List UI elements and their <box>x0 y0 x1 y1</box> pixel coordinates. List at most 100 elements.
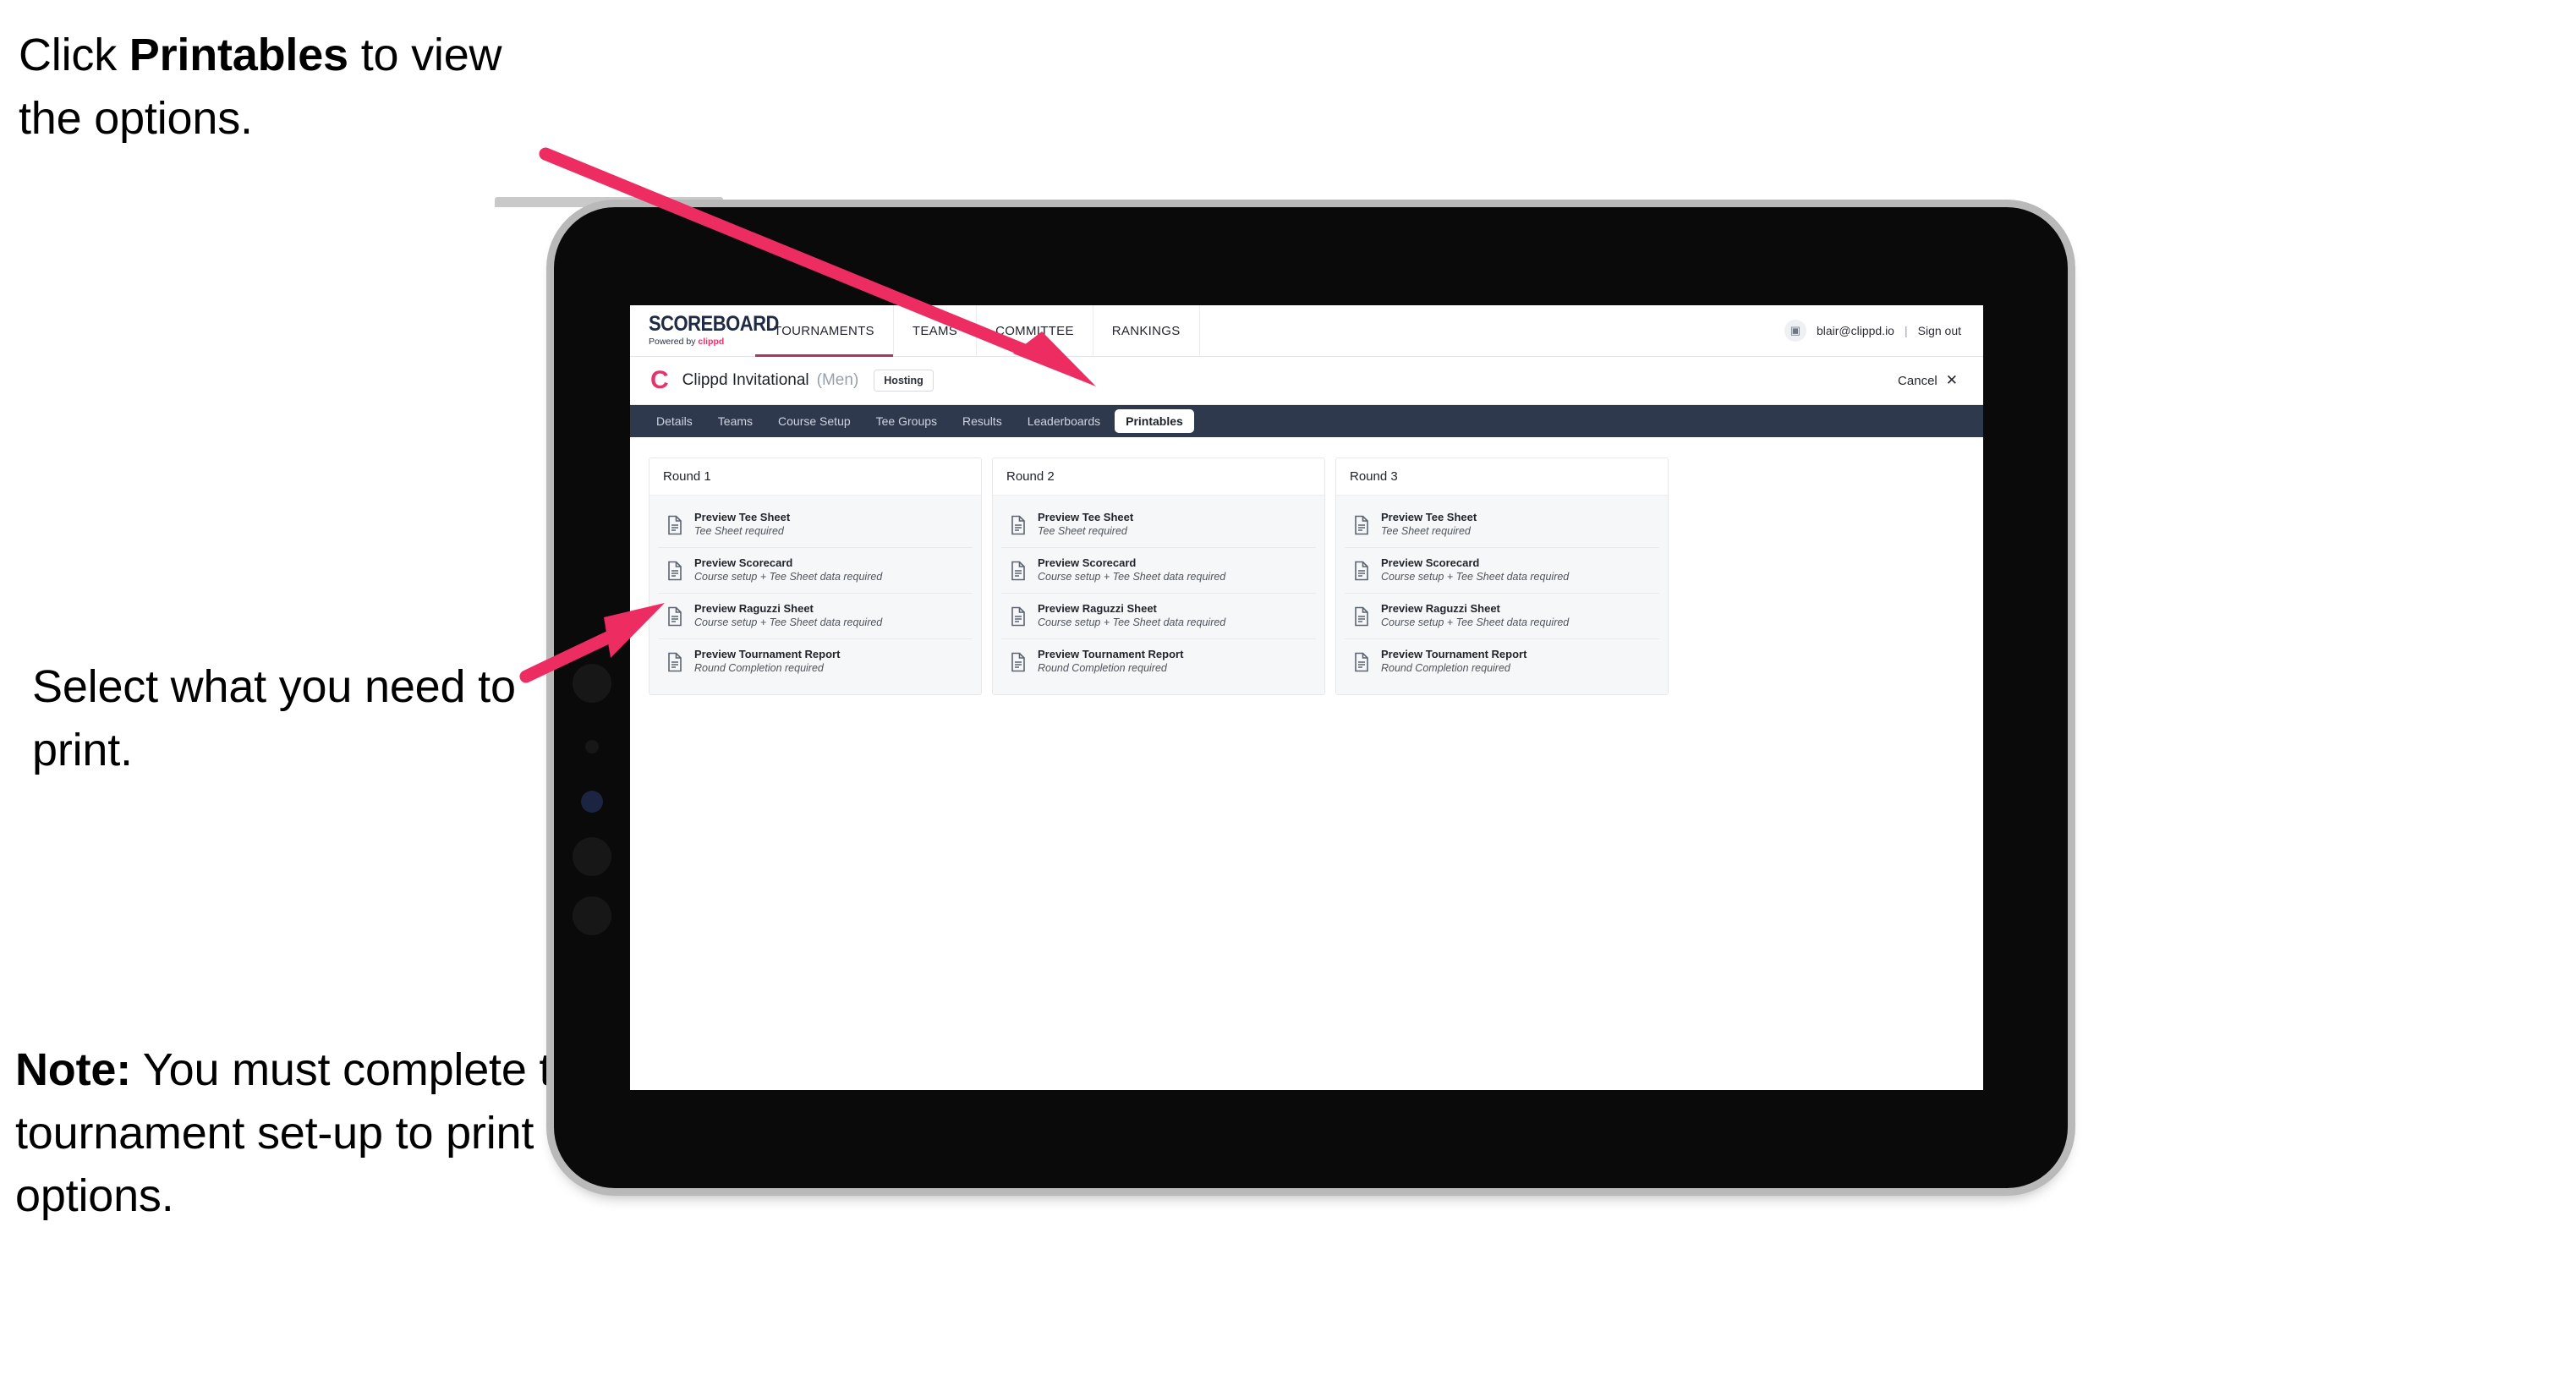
round-title: Round 1 <box>649 458 981 496</box>
printable-requirement: Course setup + Tee Sheet data required <box>694 616 883 629</box>
global-nav-label: TEAMS <box>912 323 958 338</box>
printable-title: Preview Tournament Report <box>1381 648 1527 661</box>
tablet-side-button-top <box>573 664 611 703</box>
annotation-select-print: Select what you need to print. <box>32 655 556 781</box>
document-icon <box>1355 561 1368 580</box>
global-nav-label: TOURNAMENTS <box>774 323 874 338</box>
printable-requirement: Round Completion required <box>694 662 824 675</box>
round-column: Round 2 Preview Tee Sheet Tee Sheet requ… <box>992 457 1325 696</box>
document-icon <box>1011 652 1025 671</box>
tablet-side-button-middle <box>573 837 611 876</box>
round-items: Preview Tee Sheet Tee Sheet required Pre… <box>993 496 1324 695</box>
document-icon <box>1011 515 1025 534</box>
account-separator: | <box>1904 324 1908 337</box>
printable-item-scorecard[interactable]: Preview Scorecard Course setup + Tee She… <box>1001 548 1316 594</box>
global-nav-label: RANKINGS <box>1111 323 1181 338</box>
brand-logo[interactable]: SCOREBOARD Powered by clippd <box>630 305 779 356</box>
tab-leaderboards[interactable]: Leaderboards <box>1017 409 1111 433</box>
tab-details[interactable]: Details <box>645 409 704 433</box>
document-icon <box>668 515 682 534</box>
tournament-gender: (Men) <box>816 371 859 389</box>
tab-label: Tee Groups <box>875 414 938 428</box>
printable-requirement: Course setup + Tee Sheet data required <box>1381 616 1570 629</box>
printable-item-tee-sheet[interactable]: Preview Tee Sheet Tee Sheet required <box>1001 502 1316 549</box>
printable-item-raguzzi-sheet[interactable]: Preview Raguzzi Sheet Course setup + Tee… <box>658 594 973 640</box>
printable-title: Preview Tournament Report <box>694 648 841 661</box>
round-title: Round 2 <box>993 458 1324 496</box>
printable-title: Preview Scorecard <box>1038 556 1137 570</box>
annotation-text-prefix: Click <box>19 30 129 80</box>
tournament-header: C Clippd Invitational (Men) Hosting Canc… <box>630 357 1983 405</box>
annotation-text-strong: Printables <box>129 30 348 80</box>
tab-results[interactable]: Results <box>951 409 1013 433</box>
avatar-glyph: ▣ <box>1789 324 1801 337</box>
printable-title: Preview Raguzzi Sheet <box>694 602 814 616</box>
close-icon: ✕ <box>1945 372 1958 388</box>
printable-requirement: Round Completion required <box>1381 662 1510 675</box>
document-icon <box>668 606 682 626</box>
status-badge[interactable]: Hosting <box>874 370 934 392</box>
printable-item-raguzzi-sheet[interactable]: Preview Raguzzi Sheet Course setup + Tee… <box>1001 594 1316 640</box>
annotation-text-suffix: Select what you need to print. <box>32 661 516 775</box>
cancel-label: Cancel <box>1898 373 1937 388</box>
tab-teams[interactable]: Teams <box>707 409 764 433</box>
global-nav-item-teams[interactable]: TEAMS <box>894 305 978 356</box>
global-nav-item-committee[interactable]: COMMITTEE <box>977 305 1093 356</box>
clippd-logo-icon: C <box>650 366 669 394</box>
tab-label: Details <box>656 414 693 428</box>
annotation-text-strong: Note: <box>15 1044 131 1095</box>
tablet-side-button-bottom <box>573 896 611 935</box>
printable-item-tournament-report[interactable]: Preview Tournament Report Round Completi… <box>1345 639 1659 684</box>
document-icon <box>668 561 682 580</box>
printable-requirement: Course setup + Tee Sheet data required <box>694 571 883 583</box>
cancel-button[interactable]: Cancel ✕ <box>1898 372 1963 389</box>
document-icon <box>1355 515 1368 534</box>
printable-requirement: Course setup + Tee Sheet data required <box>1038 571 1226 583</box>
printable-requirement: Tee Sheet required <box>1381 525 1471 538</box>
global-nav-label: COMMITTEE <box>995 323 1074 338</box>
printable-title: Preview Tee Sheet <box>1381 511 1477 523</box>
printable-item-scorecard[interactable]: Preview Scorecard Course setup + Tee She… <box>1345 548 1659 594</box>
brand-title: SCOREBOARD <box>649 311 779 337</box>
tournament-name: Clippd Invitational <box>682 371 809 389</box>
printable-item-tee-sheet[interactable]: Preview Tee Sheet Tee Sheet required <box>658 502 973 549</box>
round-items: Preview Tee Sheet Tee Sheet required Pre… <box>1336 496 1668 695</box>
printable-item-tee-sheet[interactable]: Preview Tee Sheet Tee Sheet required <box>1345 502 1659 549</box>
avatar[interactable]: ▣ <box>1784 320 1806 342</box>
printable-item-scorecard[interactable]: Preview Scorecard Course setup + Tee She… <box>658 548 973 594</box>
round-column: Round 1 Preview Tee Sheet Tee Sheet requ… <box>649 457 982 696</box>
brand-subtitle: Powered by clippd <box>649 337 755 347</box>
printable-item-tournament-report[interactable]: Preview Tournament Report Round Completi… <box>658 639 973 684</box>
tab-tee-groups[interactable]: Tee Groups <box>865 409 948 433</box>
tab-label: Teams <box>717 414 754 428</box>
tab-printables[interactable]: Printables <box>1115 409 1194 433</box>
tablet-camera-dot <box>585 740 599 753</box>
account-email: blair@clippd.io <box>1816 324 1894 337</box>
printable-requirement: Tee Sheet required <box>694 525 784 538</box>
printable-requirement: Course setup + Tee Sheet data required <box>1381 571 1570 583</box>
global-nav-item-rankings[interactable]: RANKINGS <box>1093 305 1200 356</box>
tab-label: Results <box>962 414 1002 428</box>
printable-item-tournament-report[interactable]: Preview Tournament Report Round Completi… <box>1001 639 1316 684</box>
printable-title: Preview Tee Sheet <box>1038 511 1134 523</box>
global-nav-item-tournaments[interactable]: TOURNAMENTS <box>755 305 894 357</box>
tournament-tab-bar: Details Teams Course Setup Tee Groups Re… <box>630 405 1983 437</box>
brand-powered-prefix: Powered by <box>649 337 699 348</box>
round-title: Round 3 <box>1336 458 1668 496</box>
tablet-sensor-dot <box>581 791 603 813</box>
tab-label: Printables <box>1126 414 1183 428</box>
tab-course-setup[interactable]: Course Setup <box>767 409 862 433</box>
sign-out-link[interactable]: Sign out <box>1918 324 1961 337</box>
annotation-click-printables: Click Printables to view the options. <box>19 24 560 150</box>
tablet-top-speaker <box>495 197 723 207</box>
printable-title: Preview Tournament Report <box>1038 648 1184 661</box>
document-icon <box>1011 606 1025 626</box>
printable-title: Preview Raguzzi Sheet <box>1381 602 1500 616</box>
printable-title: Preview Scorecard <box>1381 556 1480 570</box>
document-icon <box>1011 561 1025 580</box>
printable-title: Preview Scorecard <box>694 556 793 570</box>
document-icon <box>668 652 682 671</box>
printable-item-raguzzi-sheet[interactable]: Preview Raguzzi Sheet Course setup + Tee… <box>1345 594 1659 640</box>
round-column: Round 3 Preview Tee Sheet Tee Sheet requ… <box>1335 457 1669 696</box>
tab-label: Leaderboards <box>1027 414 1101 428</box>
